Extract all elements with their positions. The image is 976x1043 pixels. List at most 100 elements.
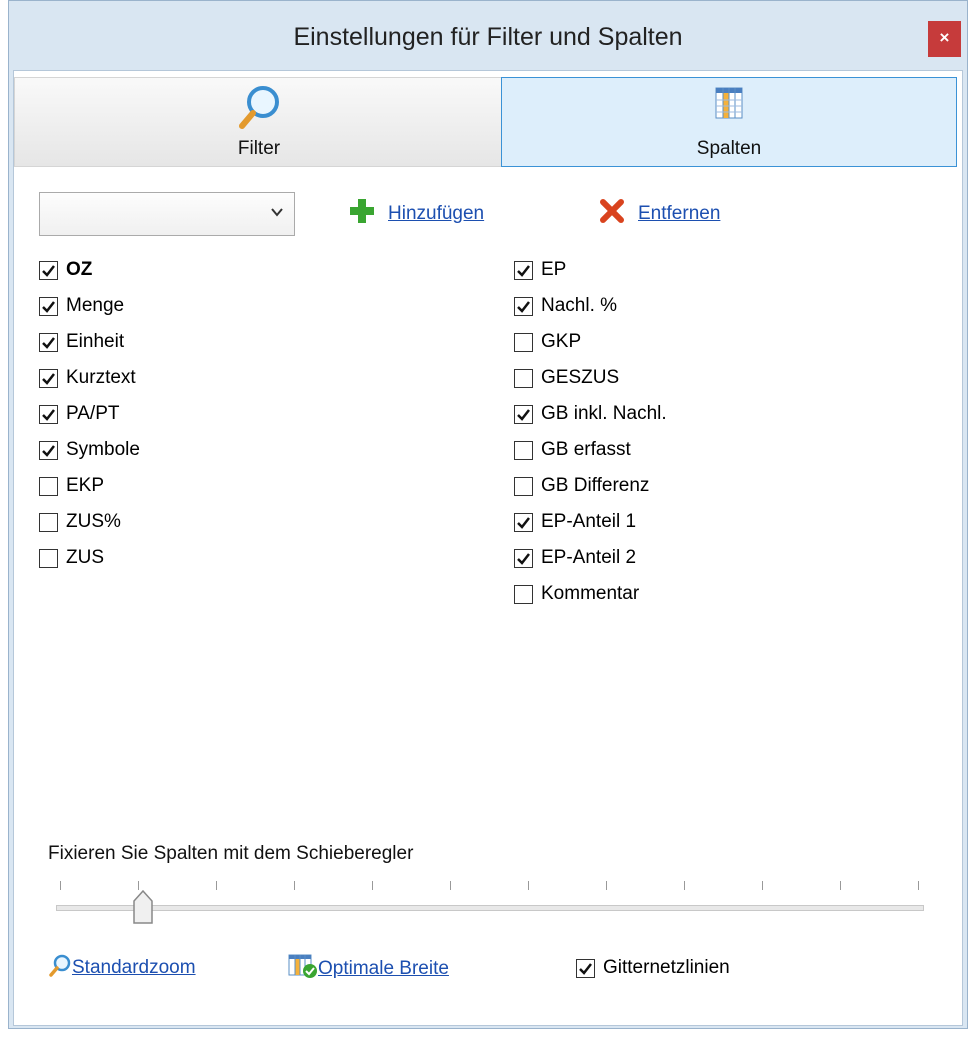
column-label: Kommentar xyxy=(541,583,640,604)
column-option[interactable]: ZUS xyxy=(39,547,104,569)
column-option[interactable]: GKP xyxy=(514,331,581,353)
column-checkbox[interactable] xyxy=(514,476,533,496)
column-checkbox[interactable] xyxy=(39,260,58,280)
column-option[interactable]: Symbole xyxy=(39,439,140,461)
column-option[interactable]: Nachl. % xyxy=(514,295,617,317)
magnifier-icon xyxy=(235,82,283,137)
slider-tick xyxy=(372,881,373,890)
column-label: PA/PT xyxy=(66,403,120,424)
tab-filter-label: Filter xyxy=(237,138,281,159)
column-option[interactable]: Einheit xyxy=(39,331,124,353)
column-checkbox[interactable] xyxy=(39,440,58,460)
remove-x-icon xyxy=(598,197,626,231)
tab-strip: Filter Spalten xyxy=(14,71,962,169)
slider-tick xyxy=(684,881,685,890)
slider-label: Fixieren Sie Spalten mit dem Schieberegl… xyxy=(48,843,414,864)
column-checkbox[interactable] xyxy=(514,512,533,532)
column-option[interactable]: GB erfasst xyxy=(514,439,631,461)
column-label: EP-Anteil 1 xyxy=(541,511,637,532)
column-option[interactable]: GB inkl. Nachl. xyxy=(514,403,667,425)
column-checkbox[interactable] xyxy=(39,332,58,352)
column-option[interactable]: PA/PT xyxy=(39,403,120,425)
column-option[interactable]: ZUS% xyxy=(39,511,121,533)
column-label: GESZUS xyxy=(541,367,620,388)
slider-tick xyxy=(840,881,841,890)
slider-tick xyxy=(528,881,529,890)
column-option[interactable]: EP-Anteil 2 xyxy=(514,547,636,569)
slider-tick xyxy=(762,881,763,890)
column-label: GB erfasst xyxy=(541,439,631,460)
plus-icon xyxy=(348,197,376,231)
column-checkbox[interactable] xyxy=(514,296,533,316)
columns-grid-icon xyxy=(714,82,744,133)
column-checkbox[interactable] xyxy=(514,440,533,460)
slider-ticks xyxy=(54,881,924,891)
column-checkbox[interactable] xyxy=(39,404,58,424)
tab-filter[interactable]: Filter xyxy=(14,77,504,167)
standard-zoom-action[interactable]: Standardzoom xyxy=(48,953,196,983)
gridlines-toggle[interactable]: Gitternetzlinien xyxy=(576,957,730,979)
column-checkbox[interactable] xyxy=(514,404,533,424)
column-checkbox[interactable] xyxy=(514,584,533,604)
column-label: ZUS xyxy=(66,547,104,568)
column-checkbox[interactable] xyxy=(39,512,58,532)
slider-tick xyxy=(918,881,919,890)
dialog-content: Filter Spalten Hinzufügen Entfernen OZ M… xyxy=(13,70,963,1026)
column-checkbox[interactable] xyxy=(39,296,58,316)
column-option[interactable]: EP xyxy=(514,259,566,281)
slider-tick xyxy=(450,881,451,890)
column-label: Nachl. % xyxy=(541,295,618,316)
remove-link[interactable]: Entfernen xyxy=(638,203,720,225)
slider-tick xyxy=(606,881,607,890)
magnifier-icon xyxy=(48,953,72,983)
column-checkbox[interactable] xyxy=(514,368,533,388)
column-option[interactable]: OZ xyxy=(39,259,92,281)
column-option[interactable]: Kommentar xyxy=(514,583,639,605)
column-label: Menge xyxy=(66,295,125,316)
chevron-down-icon xyxy=(270,205,284,224)
column-option[interactable]: Menge xyxy=(39,295,124,317)
column-option[interactable]: EKP xyxy=(39,475,104,497)
slider-thumb[interactable] xyxy=(132,889,154,925)
column-checkbox[interactable] xyxy=(39,548,58,568)
column-option[interactable]: GB Differenz xyxy=(514,475,649,497)
column-checkbox[interactable] xyxy=(514,548,533,568)
column-option[interactable]: GESZUS xyxy=(514,367,619,389)
column-label: GB inkl. Nachl. xyxy=(541,403,667,424)
standard-zoom-link[interactable]: Standardzoom xyxy=(72,957,196,979)
optimal-width-icon xyxy=(288,953,318,985)
column-option[interactable]: Kurztext xyxy=(39,367,136,389)
optimal-width-action[interactable]: Optimale Breite xyxy=(288,953,449,985)
slider-tick xyxy=(216,881,217,890)
column-label: Kurztext xyxy=(66,367,136,388)
gridlines-checkbox[interactable] xyxy=(576,958,595,978)
column-checkbox[interactable] xyxy=(514,332,533,352)
column-label: EP xyxy=(541,259,567,280)
slider-tick xyxy=(294,881,295,890)
tab-spalten[interactable]: Spalten xyxy=(501,77,957,167)
gridlines-label: Gitternetzlinien xyxy=(603,957,730,978)
settings-dialog: Einstellungen für Filter und Spalten × F… xyxy=(8,0,968,1029)
column-checkbox[interactable] xyxy=(39,476,58,496)
window-title: Einstellungen für Filter und Spalten xyxy=(293,23,683,51)
column-label: EKP xyxy=(66,475,105,496)
column-combo[interactable] xyxy=(39,192,295,236)
slider-tick xyxy=(60,881,61,890)
column-label: Symbole xyxy=(66,439,140,460)
close-button[interactable]: × xyxy=(928,21,961,57)
column-checkbox[interactable] xyxy=(39,368,58,388)
add-link[interactable]: Hinzufügen xyxy=(388,203,484,225)
column-label: Einheit xyxy=(66,331,125,352)
remove-action[interactable]: Entfernen xyxy=(598,197,720,231)
column-label: ZUS% xyxy=(66,511,121,532)
title-bar[interactable]: Einstellungen für Filter und Spalten × xyxy=(9,1,967,69)
optimal-width-link[interactable]: Optimale Breite xyxy=(318,958,449,980)
column-label: EP-Anteil 2 xyxy=(541,547,637,568)
column-checkbox[interactable] xyxy=(514,260,533,280)
add-action[interactable]: Hinzufügen xyxy=(348,197,484,231)
column-label: OZ xyxy=(66,259,93,280)
tab-spalten-label: Spalten xyxy=(696,138,762,159)
column-label: GB Differenz xyxy=(541,475,650,496)
slider-track[interactable] xyxy=(56,905,924,911)
column-option[interactable]: EP-Anteil 1 xyxy=(514,511,636,533)
